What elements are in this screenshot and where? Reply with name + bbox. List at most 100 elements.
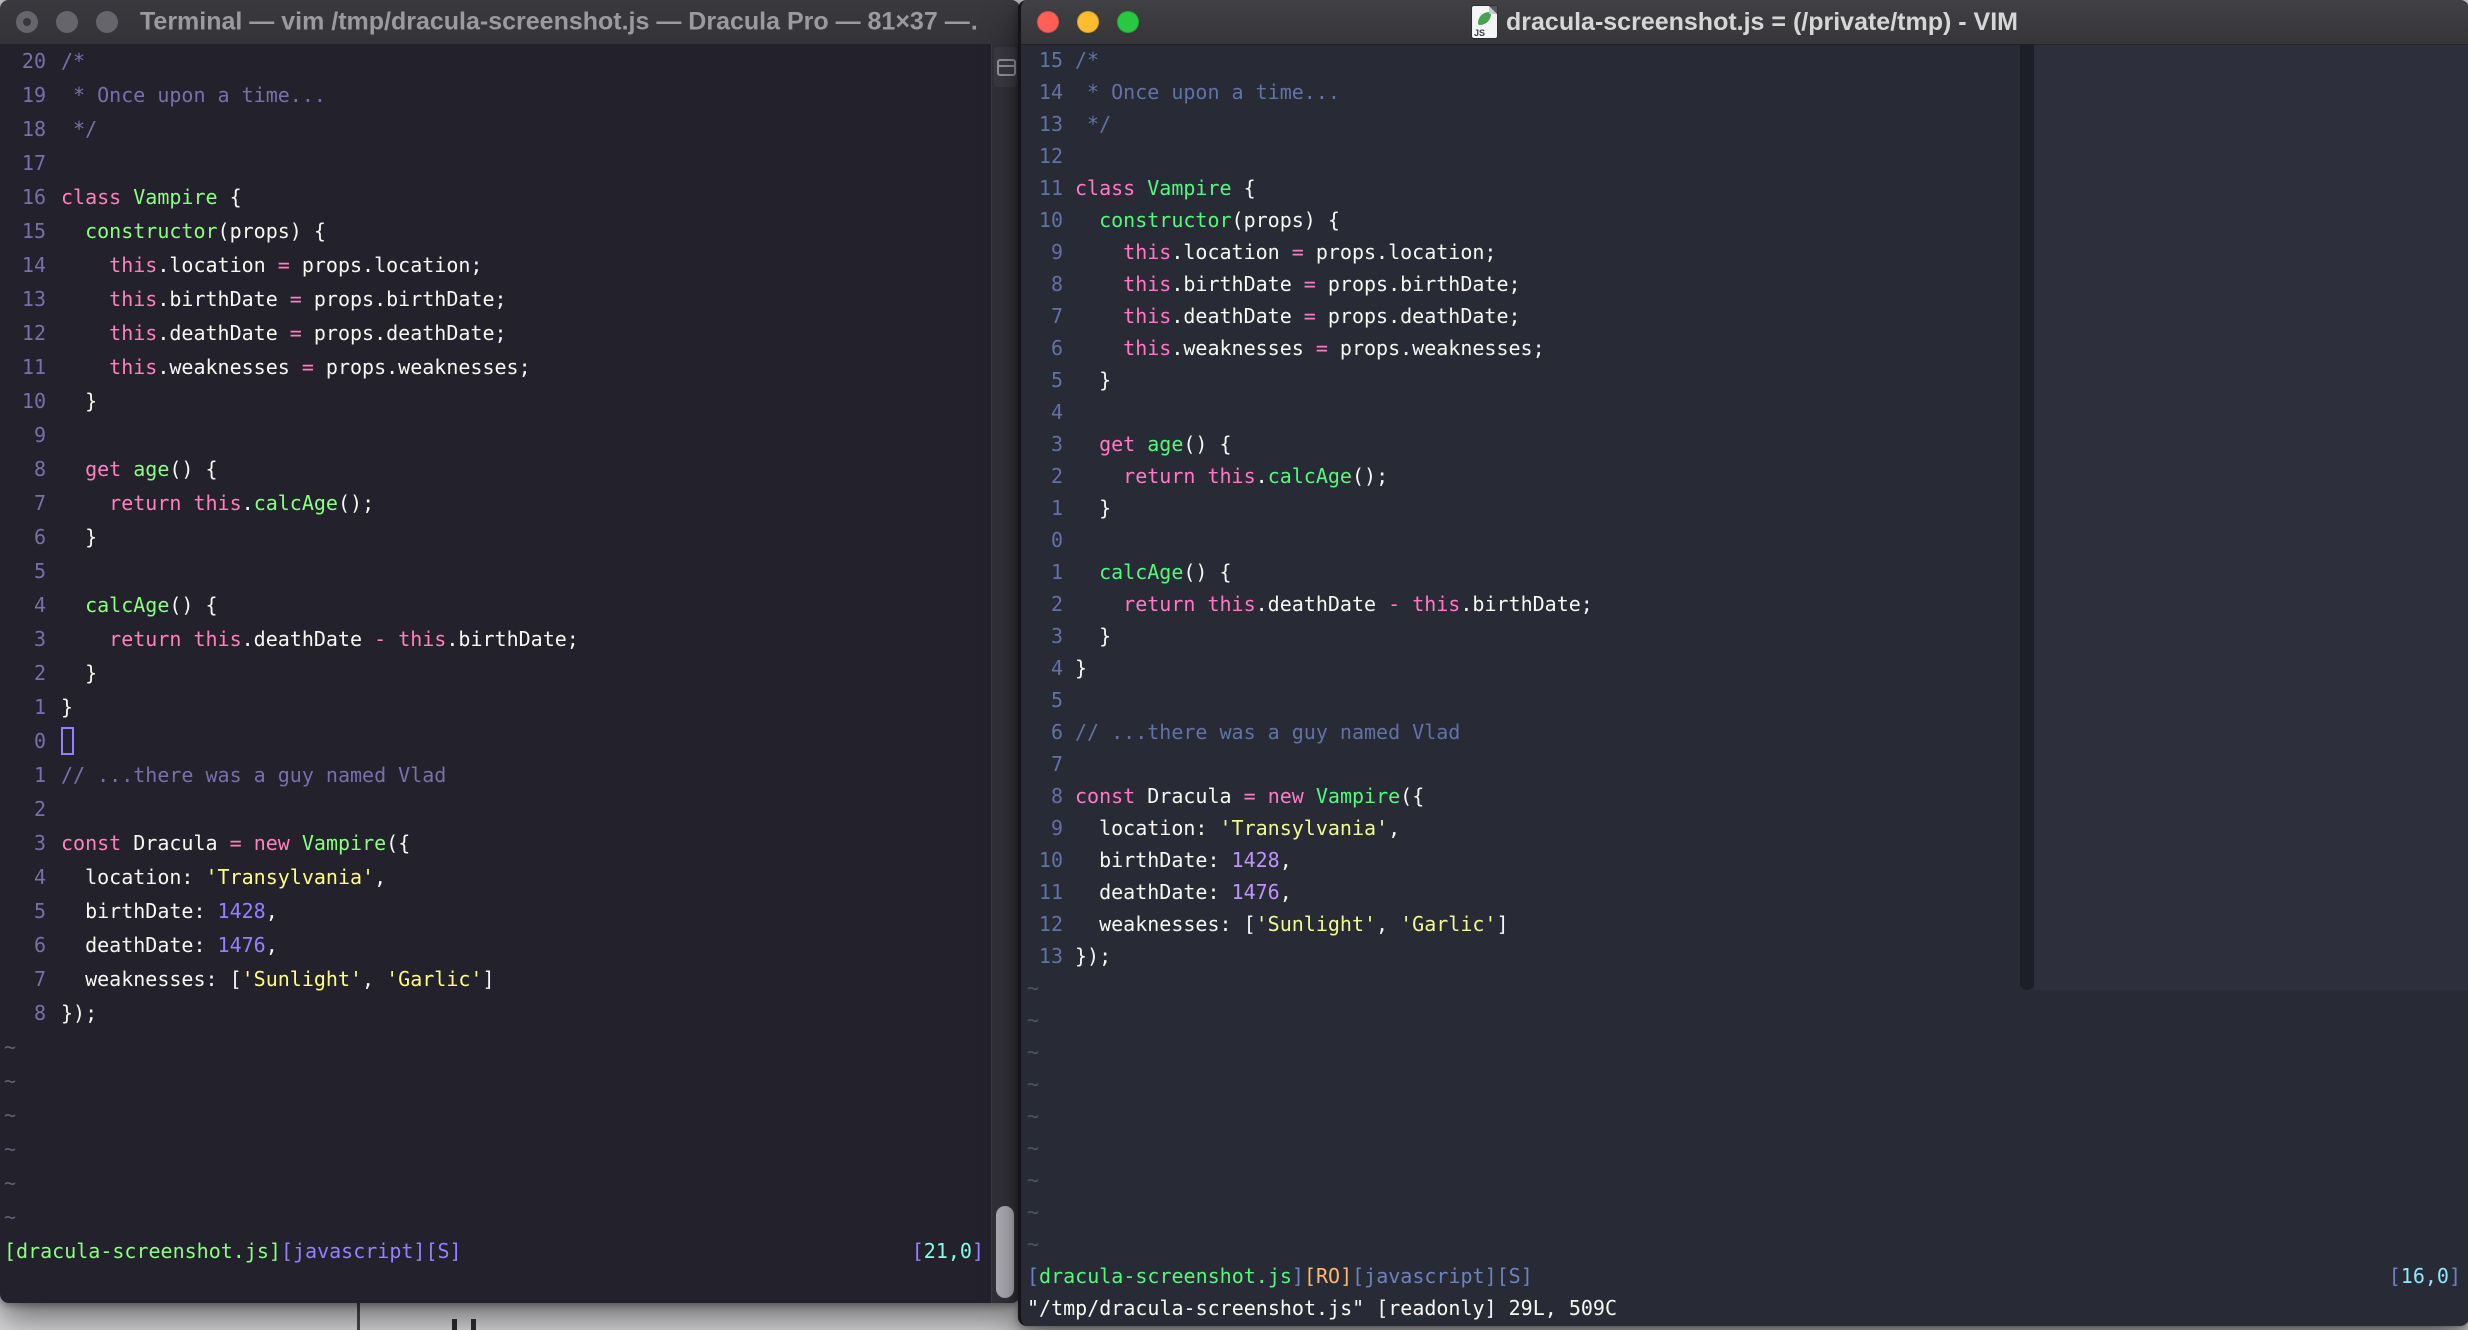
- statusline-flags: [javascript][S]: [1352, 1264, 1533, 1288]
- js-file-label: JS: [1474, 28, 1486, 38]
- empty-buffer-line: ~: [1027, 1040, 1040, 1064]
- scrollbar-track[interactable]: [991, 44, 1020, 1303]
- line-number: 13: [1038, 112, 1063, 136]
- code-line: 3 get age() {: [1021, 428, 2468, 460]
- terminal-titlebar[interactable]: Terminal — vim /tmp/dracula-screenshot.j…: [0, 0, 1020, 45]
- code-line: 2 return this.calcAge();: [1021, 460, 2468, 492]
- code-line: 4 calcAge() {: [0, 588, 992, 622]
- window-title: dracula-screenshot.js = (/private/tmp) -…: [1506, 7, 2018, 36]
- code-line: 18 */: [0, 112, 992, 146]
- code-line: 1// ...there was a guy named Vlad: [0, 758, 992, 792]
- line-number: 9: [1050, 816, 1063, 840]
- code-line: 1 }: [1021, 492, 2468, 524]
- close-button[interactable]: [1037, 11, 1059, 33]
- code-line: 8 const Dracula = new Vampire({: [1021, 780, 2468, 812]
- code-line: 17: [0, 146, 992, 180]
- code-line: 14 * Once upon a time...: [1021, 76, 2468, 108]
- code-line: 3 return this.deathDate - this.birthDate…: [0, 622, 992, 656]
- macvim-titlebar[interactable]: JS dracula-screenshot.js = (/private/tmp…: [1021, 0, 2468, 45]
- command-line: [0, 1268, 992, 1302]
- zoom-button[interactable]: [96, 11, 118, 33]
- code-line: 12 this.deathDate = props.deathDate;: [0, 316, 992, 350]
- line-number: 9: [1050, 240, 1063, 264]
- line-number: 9: [33, 423, 46, 447]
- line-number: 0: [33, 729, 46, 753]
- empty-buffer-line: ~: [1027, 1232, 1040, 1256]
- code-line: 2 return this.deathDate - this.birthDate…: [1021, 588, 2468, 620]
- code-line: 4}: [1021, 652, 2468, 684]
- empty-buffer-line: ~: [4, 1103, 17, 1127]
- line-number: 17: [21, 151, 46, 175]
- code-line: 13});: [1021, 940, 2468, 972]
- ruler-bracket: [: [2388, 1264, 2401, 1288]
- code-line: 3 const Dracula = new Vampire({: [0, 826, 992, 860]
- code-line: 9 this.location = props.location;: [1021, 236, 2468, 268]
- line-number: 2: [1050, 464, 1063, 488]
- code-area[interactable]: 15/* 14 * Once upon a time... 13 */12 11 cla…: [1021, 44, 2468, 1260]
- empty-buffer-line: ~: [1027, 976, 1040, 1000]
- desktop: Terminal — vim /tmp/dracula-screenshot.j…: [0, 0, 2468, 1330]
- line-number: 16: [21, 185, 46, 209]
- line-number: 12: [1038, 144, 1063, 168]
- empty-buffer-line: ~: [4, 1171, 17, 1195]
- line-number: 8: [33, 457, 46, 481]
- line-number: 20: [21, 49, 46, 73]
- code-line: 13 this.birthDate = props.birthDate;: [0, 282, 992, 316]
- command-line: "/tmp/dracula-screenshot.js" [readonly] …: [1027, 1296, 1618, 1320]
- code-line: 6 this.weaknesses = props.weaknesses;: [1021, 332, 2468, 364]
- line-number: 15: [1038, 48, 1063, 72]
- line-number: 4: [33, 593, 46, 617]
- vim-statusline: [dracula-screenshot.js] [RO] [javascript][…: [1021, 1260, 2468, 1292]
- empty-buffer-line: ~: [4, 1137, 17, 1161]
- split-pane-button[interactable]: [994, 47, 1017, 87]
- traffic-lights: [16, 11, 118, 33]
- line-number: 13: [21, 287, 46, 311]
- line-number: 14: [21, 253, 46, 277]
- code-line: 2 }: [0, 656, 992, 690]
- code-line: 7 this.deathDate = props.deathDate;: [1021, 300, 2468, 332]
- line-number: 5: [1050, 368, 1063, 392]
- ruler-bracket: [: [911, 1239, 924, 1263]
- code-line: 8 this.birthDate = props.birthDate;: [1021, 268, 2468, 300]
- line-number: 10: [1038, 848, 1063, 872]
- code-line: 10 }: [0, 384, 992, 418]
- line-number: 11: [1038, 880, 1063, 904]
- line-number: 3: [1050, 624, 1063, 648]
- line-number: 6: [1050, 336, 1063, 360]
- line-number: 5: [33, 559, 46, 583]
- line-number: 1: [33, 763, 46, 787]
- background-page-text-fragment: [452, 1319, 476, 1330]
- code-line: 19 * Once upon a time...: [0, 78, 992, 112]
- line-number: 6: [1050, 720, 1063, 744]
- code-area[interactable]: 20/* 19 * Once upon a time... 18 */17 16 cla…: [0, 44, 992, 1234]
- code-line: 10 constructor(props) {: [1021, 204, 2468, 236]
- line-number: 11: [1038, 176, 1063, 200]
- code-line: 9: [0, 418, 992, 452]
- minimize-button[interactable]: [1077, 11, 1099, 33]
- code-line: 9 location: 'Transylvania',: [1021, 812, 2468, 844]
- line-number: 7: [1050, 752, 1063, 776]
- code-line: 5: [1021, 684, 2468, 716]
- statusline-filename: [dracula-screenshot.js]: [4, 1239, 281, 1263]
- document-icon: JS: [1472, 6, 1498, 38]
- code-line: 5 birthDate: 1428,: [0, 894, 992, 928]
- line-number: 2: [1050, 592, 1063, 616]
- code-line: 6// ...there was a guy named Vlad: [1021, 716, 2468, 748]
- code-line: 6 }: [0, 520, 992, 554]
- code-line: 12: [1021, 140, 2468, 172]
- minimize-button[interactable]: [56, 11, 78, 33]
- ruler-bracket: ]: [2448, 1264, 2461, 1288]
- empty-buffer-line: ~: [4, 1205, 17, 1229]
- code-line: 8});: [0, 996, 992, 1030]
- line-number: 14: [1038, 80, 1063, 104]
- close-button[interactable]: [16, 11, 38, 33]
- scrollbar-thumb[interactable]: [996, 1206, 1014, 1298]
- line-number: 6: [33, 525, 46, 549]
- empty-buffer-line: ~: [1027, 1168, 1040, 1192]
- code-line: 1 calcAge() {: [1021, 556, 2468, 588]
- code-line: 15 constructor(props) {: [0, 214, 992, 248]
- line-number: 8: [1050, 272, 1063, 296]
- zoom-button[interactable]: [1117, 11, 1139, 33]
- line-number: 7: [33, 967, 46, 991]
- window-title: Terminal — vim /tmp/dracula-screenshot.j…: [140, 7, 980, 36]
